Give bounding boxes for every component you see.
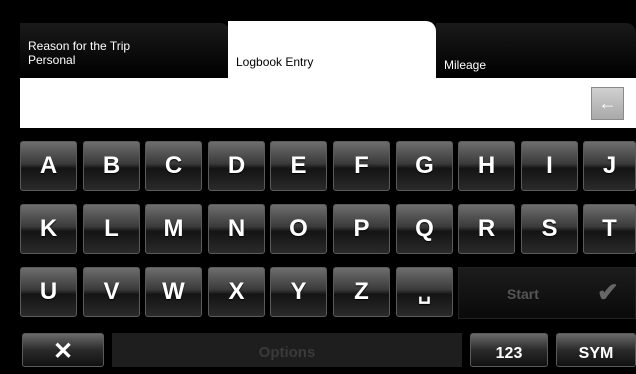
key-a[interactable]: A <box>20 141 77 191</box>
key-c[interactable]: C <box>145 141 202 191</box>
tab-reason-for-trip[interactable]: Reason for the Trip Personal <box>20 23 230 77</box>
key-f[interactable]: F <box>333 141 390 191</box>
key-j[interactable]: J <box>583 141 636 191</box>
key-i[interactable]: I <box>521 141 578 191</box>
key-b[interactable]: B <box>83 141 140 191</box>
key-space[interactable]: ␣ <box>396 267 453 317</box>
key-g[interactable]: G <box>396 141 453 191</box>
key-r[interactable]: R <box>458 204 515 254</box>
cancel-button[interactable]: ✕ <box>22 333 104 367</box>
space-bar-icon: ␣ <box>418 281 431 304</box>
key-h[interactable]: H <box>458 141 515 191</box>
tab-mileage[interactable]: Mileage <box>436 23 636 77</box>
key-y[interactable]: Y <box>270 267 327 317</box>
key-x[interactable]: X <box>208 267 265 317</box>
key-z[interactable]: Z <box>333 267 390 317</box>
key-w[interactable]: W <box>145 267 202 317</box>
checkmark-icon: ✔ <box>597 277 619 307</box>
key-n[interactable]: N <box>208 204 265 254</box>
key-m[interactable]: M <box>145 204 202 254</box>
key-e[interactable]: E <box>270 141 327 191</box>
start-button[interactable]: Start ✔ <box>458 267 636 319</box>
symbols-keyboard-button[interactable]: SYM <box>556 333 636 367</box>
tab-reason-title: Reason for the Trip <box>28 39 131 53</box>
tab-reason-value: Personal <box>28 53 76 67</box>
logbook-entry-field[interactable] <box>20 78 636 128</box>
key-k[interactable]: K <box>20 204 77 254</box>
key-u[interactable]: U <box>20 267 77 317</box>
x-icon: ✕ <box>52 338 74 365</box>
left-arrow-icon: ← <box>598 93 617 113</box>
key-t[interactable]: T <box>583 204 636 254</box>
key-s[interactable]: S <box>521 204 578 254</box>
tab-logbook-entry[interactable]: Logbook Entry <box>228 21 436 78</box>
key-q[interactable]: Q <box>396 204 453 254</box>
tab-logbook-label: Logbook Entry <box>236 55 314 69</box>
key-o[interactable]: O <box>270 204 327 254</box>
tab-mileage-label: Mileage <box>444 58 487 72</box>
start-label: Start <box>507 286 539 302</box>
key-d[interactable]: D <box>208 141 265 191</box>
options-button[interactable]: Options <box>112 333 462 367</box>
backspace-button[interactable]: ← <box>591 87 624 120</box>
key-v[interactable]: V <box>83 267 140 317</box>
key-p[interactable]: P <box>333 204 390 254</box>
numeric-keyboard-button[interactable]: 123 <box>470 333 548 367</box>
key-l[interactable]: L <box>83 204 140 254</box>
